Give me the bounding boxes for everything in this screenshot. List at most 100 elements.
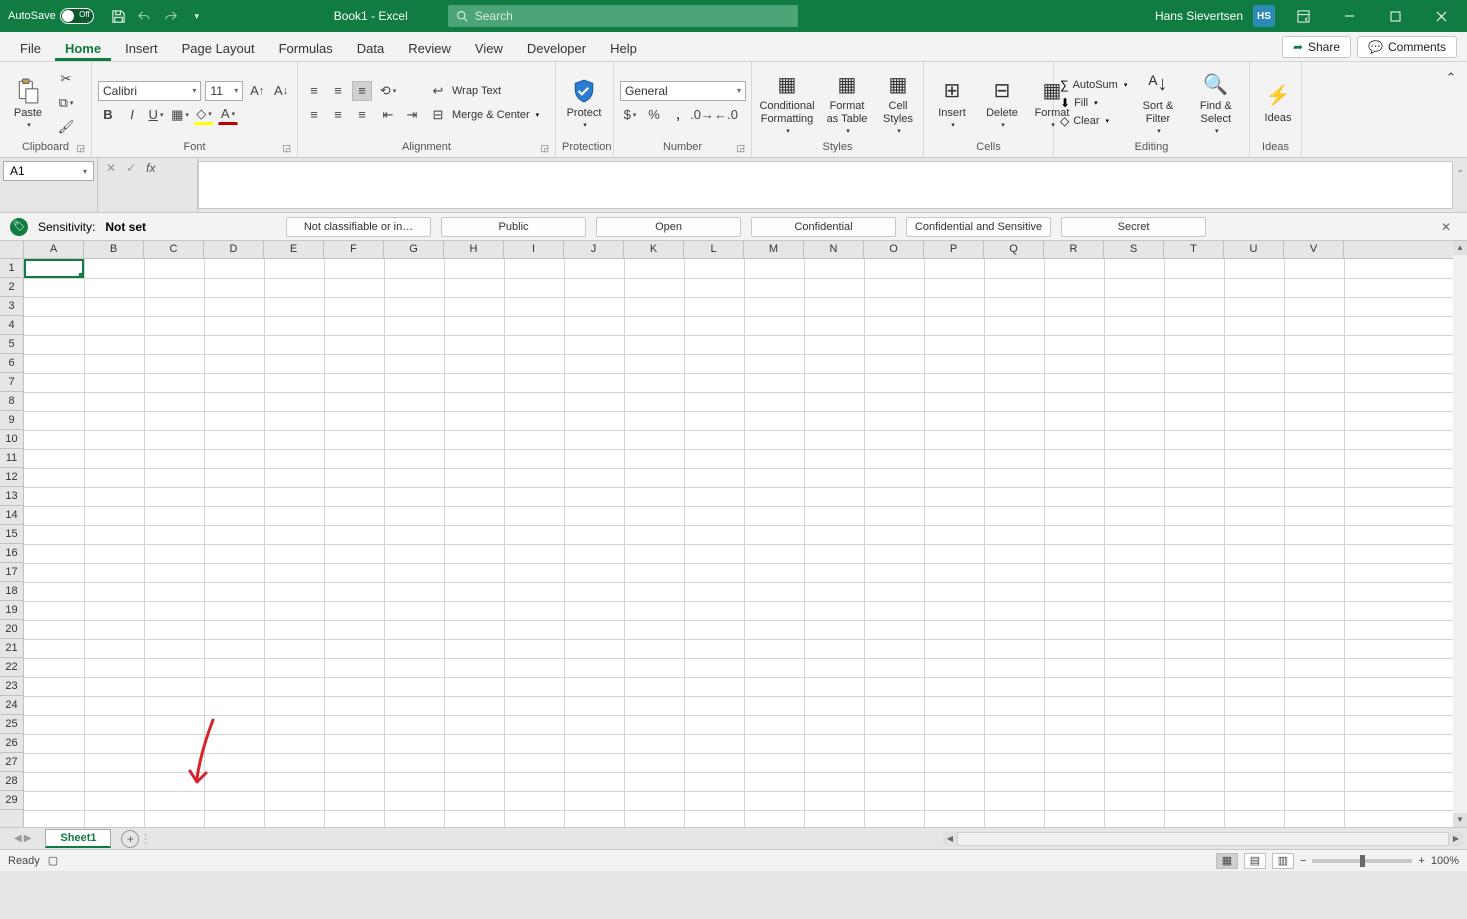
maximize-icon[interactable] xyxy=(1377,0,1413,32)
row-header-5[interactable]: 5 xyxy=(0,335,23,354)
close-icon[interactable] xyxy=(1423,0,1459,32)
underline-button[interactable]: U▾ xyxy=(146,105,166,125)
col-header-D[interactable]: D xyxy=(204,241,264,258)
ribbon-display-icon[interactable] xyxy=(1285,0,1321,32)
col-header-C[interactable]: C xyxy=(144,241,204,258)
share-button[interactable]: ➦Share xyxy=(1282,36,1351,58)
col-header-H[interactable]: H xyxy=(444,241,504,258)
col-header-T[interactable]: T xyxy=(1164,241,1224,258)
sort-filter-button[interactable]: ᴬ↓Sort & Filter▾ xyxy=(1133,70,1182,134)
row-header-19[interactable]: 19 xyxy=(0,601,23,620)
page-layout-view-icon[interactable]: ▤ xyxy=(1244,853,1266,869)
fill-button[interactable]: ⬇Fill▾ xyxy=(1060,96,1127,110)
col-header-L[interactable]: L xyxy=(684,241,744,258)
row-header-18[interactable]: 18 xyxy=(0,582,23,601)
paste-button[interactable]: Paste▾ xyxy=(6,77,50,129)
sens-chip-1[interactable]: Public xyxy=(441,217,586,237)
col-header-J[interactable]: J xyxy=(564,241,624,258)
increase-decimal-icon[interactable]: .0→ xyxy=(692,105,712,125)
row-header-13[interactable]: 13 xyxy=(0,487,23,506)
col-header-O[interactable]: O xyxy=(864,241,924,258)
cut-icon[interactable]: ✂ xyxy=(56,69,76,89)
font-size-combo[interactable]: 11▾ xyxy=(205,81,243,101)
tab-formulas[interactable]: Formulas xyxy=(269,36,343,61)
row-header-23[interactable]: 23 xyxy=(0,677,23,696)
row-header-28[interactable]: 28 xyxy=(0,772,23,791)
qat-customize-icon[interactable]: ▾ xyxy=(188,7,206,25)
normal-view-icon[interactable]: ▦ xyxy=(1216,853,1238,869)
tab-splitter[interactable]: ⋮ xyxy=(139,832,149,846)
user-name[interactable]: Hans Sievertsen xyxy=(1155,9,1243,23)
formula-input[interactable]: ⌄ xyxy=(198,161,1453,209)
sens-chip-4[interactable]: Confidential and Sensitive xyxy=(906,217,1051,237)
tab-file[interactable]: File xyxy=(10,36,51,61)
col-header-M[interactable]: M xyxy=(744,241,804,258)
row-header-17[interactable]: 17 xyxy=(0,563,23,582)
page-break-view-icon[interactable]: ▥ xyxy=(1272,853,1294,869)
merge-center-button[interactable]: ⊟Merge & Center▾ xyxy=(428,105,539,125)
enter-formula-icon[interactable]: ✓ xyxy=(126,161,136,175)
col-header-Q[interactable]: Q xyxy=(984,241,1044,258)
autosum-button[interactable]: ∑AutoSum▾ xyxy=(1060,78,1127,92)
autosave-toggle[interactable]: Off xyxy=(60,8,94,24)
col-header-V[interactable]: V xyxy=(1284,241,1344,258)
redo-icon[interactable] xyxy=(162,7,180,25)
vertical-scrollbar[interactable]: ▲ ▼ xyxy=(1453,241,1467,827)
delete-cells-button[interactable]: ⊟Delete▾ xyxy=(980,77,1024,129)
comments-button[interactable]: 💬Comments xyxy=(1357,36,1457,58)
col-header-A[interactable]: A xyxy=(24,241,84,258)
tab-help[interactable]: Help xyxy=(600,36,647,61)
tab-view[interactable]: View xyxy=(465,36,513,61)
col-header-I[interactable]: I xyxy=(504,241,564,258)
zoom-level[interactable]: 100% xyxy=(1431,855,1459,867)
cell-styles-button[interactable]: ▦Cell Styles▾ xyxy=(878,70,918,134)
row-header-27[interactable]: 27 xyxy=(0,753,23,772)
zoom-slider[interactable] xyxy=(1312,859,1412,863)
bold-button[interactable]: B xyxy=(98,105,118,125)
minimize-icon[interactable] xyxy=(1331,0,1367,32)
col-header-S[interactable]: S xyxy=(1104,241,1164,258)
worksheet-grid[interactable]: ABCDEFGHIJKLMNOPQRSTUV 12345678910111213… xyxy=(0,241,1467,827)
conditional-formatting-button[interactable]: ▦Conditional Formatting▾ xyxy=(758,70,816,134)
tab-scroll-right-icon[interactable]: ▶ xyxy=(24,833,32,844)
macro-record-icon[interactable]: ▢ xyxy=(48,854,58,867)
column-headers[interactable]: ABCDEFGHIJKLMNOPQRSTUV xyxy=(24,241,1453,259)
tab-page-layout[interactable]: Page Layout xyxy=(172,36,265,61)
tab-scroll-left-icon[interactable]: ◀ xyxy=(14,833,22,844)
accounting-icon[interactable]: $▾ xyxy=(620,105,640,125)
col-header-F[interactable]: F xyxy=(324,241,384,258)
col-header-G[interactable]: G xyxy=(384,241,444,258)
tab-home[interactable]: Home xyxy=(55,36,111,61)
row-header-2[interactable]: 2 xyxy=(0,278,23,297)
orientation-icon[interactable]: ⟲▾ xyxy=(378,81,398,101)
row-header-1[interactable]: 1 xyxy=(0,259,23,278)
sheet-tab-1[interactable]: Sheet1 xyxy=(45,829,111,848)
align-right-icon[interactable]: ≡ xyxy=(352,105,372,125)
hscroll-right-icon[interactable]: ▶ xyxy=(1449,832,1463,846)
clipboard-launcher-icon[interactable]: ◲ xyxy=(76,143,85,154)
align-bottom-icon[interactable]: ≡ xyxy=(352,81,372,101)
scroll-down-icon[interactable]: ▼ xyxy=(1453,813,1467,827)
row-header-20[interactable]: 20 xyxy=(0,620,23,639)
number-format-combo[interactable]: General▾ xyxy=(620,81,746,101)
font-launcher-icon[interactable]: ◲ xyxy=(282,143,291,154)
row-header-12[interactable]: 12 xyxy=(0,468,23,487)
row-header-9[interactable]: 9 xyxy=(0,411,23,430)
cancel-formula-icon[interactable]: ✕ xyxy=(106,161,116,175)
align-center-icon[interactable]: ≡ xyxy=(328,105,348,125)
row-header-6[interactable]: 6 xyxy=(0,354,23,373)
undo-icon[interactable] xyxy=(136,7,154,25)
align-left-icon[interactable]: ≡ xyxy=(304,105,324,125)
select-all-corner[interactable] xyxy=(0,241,24,259)
row-header-4[interactable]: 4 xyxy=(0,316,23,335)
user-avatar[interactable]: HS xyxy=(1253,5,1275,27)
col-header-N[interactable]: N xyxy=(804,241,864,258)
row-header-21[interactable]: 21 xyxy=(0,639,23,658)
ideas-button[interactable]: ⚡Ideas xyxy=(1256,82,1300,124)
name-box[interactable]: A1▾ xyxy=(3,161,94,181)
comma-icon[interactable]: , xyxy=(668,105,688,125)
copy-icon[interactable]: ⧉▾ xyxy=(56,93,76,113)
row-header-25[interactable]: 25 xyxy=(0,715,23,734)
cells-area[interactable] xyxy=(24,259,1453,827)
sens-chip-0[interactable]: Not classifiable or in… xyxy=(286,217,431,237)
